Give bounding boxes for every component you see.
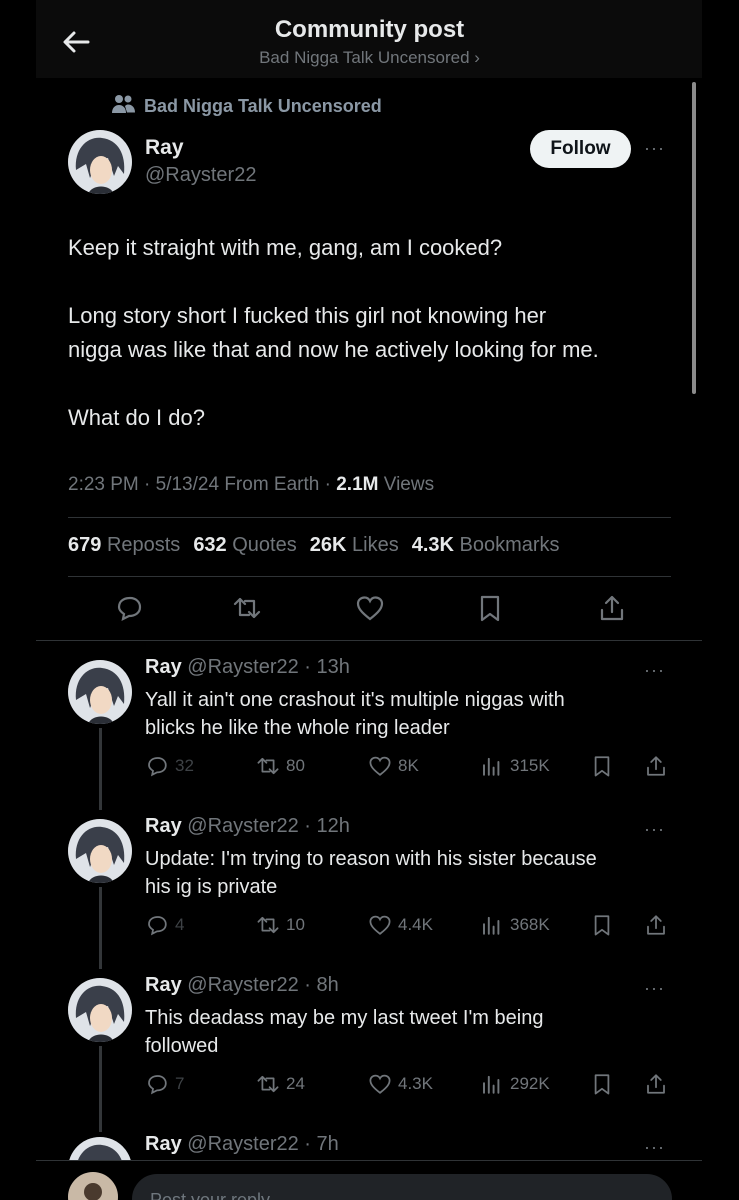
- more-options-icon[interactable]: ···: [644, 978, 665, 999]
- reposts-stat[interactable]: 679 Reposts: [68, 534, 180, 557]
- community-label[interactable]: Bad Nigga Talk Uncensored: [112, 94, 382, 119]
- more-options-icon[interactable]: ···: [644, 138, 665, 159]
- author-name[interactable]: Ray: [145, 815, 182, 837]
- post-meta: 2:23 PM · 5/13/24 From Earth · 2.1M View…: [68, 474, 434, 496]
- reply-count-button[interactable]: 7: [145, 1072, 184, 1096]
- views-label: Views: [378, 474, 435, 495]
- reply-icon: [148, 757, 167, 777]
- reply-text-line: followed: [145, 1035, 219, 1057]
- repost-count-button[interactable]: 24: [256, 1072, 305, 1096]
- thread-line: [99, 1046, 102, 1132]
- like-count-button[interactable]: 4.3K: [368, 1072, 433, 1096]
- like-count-button[interactable]: 8K: [368, 754, 419, 778]
- post-text-line: nigga was like that and now he actively …: [68, 337, 599, 362]
- share-icon[interactable]: [597, 593, 627, 623]
- reply-handle-time: @Rayster22 · 12h: [187, 815, 350, 837]
- reply-header: Ray @Rayster22 · 8h: [145, 974, 339, 997]
- thread-line: [99, 887, 102, 969]
- author-name[interactable]: Ray: [145, 974, 182, 996]
- community-name: Bad Nigga Talk Uncensored: [144, 96, 382, 116]
- community-link[interactable]: Bad Nigga Talk Uncensored ›: [0, 48, 739, 68]
- author-name[interactable]: Ray: [145, 1133, 182, 1155]
- share-icon[interactable]: [644, 754, 668, 778]
- views-count-button[interactable]: 315K: [480, 754, 550, 778]
- views-count: 2.1M: [336, 474, 379, 495]
- divider: [36, 640, 702, 641]
- post-text-line: Long story short I fucked this girl not …: [68, 303, 547, 328]
- views-count-button[interactable]: 368K: [480, 913, 550, 937]
- author-handle[interactable]: @Rayster22: [145, 164, 256, 187]
- avatar[interactable]: [68, 978, 132, 1042]
- reply-text-line: Yall it ain't one crashout it's multiple…: [145, 689, 565, 711]
- reply-text-line: Update: I'm trying to reason with his si…: [145, 848, 597, 870]
- divider: [68, 576, 671, 577]
- reply-header: Ray @Rayster22 · 12h: [145, 815, 350, 838]
- bookmark-icon[interactable]: [475, 593, 505, 623]
- post-text-line: Keep it straight with me, gang, am I coo…: [68, 235, 503, 260]
- reply-text-line: This deadass may be my last tweet I'm be…: [145, 1007, 544, 1029]
- like-count-button[interactable]: 4.4K: [368, 913, 433, 937]
- views-icon: [483, 757, 500, 776]
- page-title: Community post: [274, 16, 465, 43]
- author-name[interactable]: Ray: [145, 656, 182, 678]
- reply-icon: [148, 1075, 167, 1095]
- reply-header: Ray @Rayster22 · 7h: [145, 1133, 339, 1156]
- bookmark-icon[interactable]: [590, 913, 614, 937]
- reply-handle-time: @Rayster22 · 7h: [187, 1133, 339, 1155]
- views-icon: [483, 916, 500, 935]
- thread-line: [99, 728, 102, 810]
- reply-count-button[interactable]: 4: [145, 913, 184, 937]
- reply-input[interactable]: Post your reply: [132, 1174, 672, 1200]
- repost-count-button[interactable]: 10: [256, 913, 305, 937]
- reply-icon: [148, 916, 167, 936]
- bookmarks-stat[interactable]: 4.3K Bookmarks: [412, 534, 560, 557]
- reply-count-button[interactable]: 32: [145, 754, 194, 778]
- post-stats: 679 Reposts 632 Quotes 26K Likes 4.3K Bo…: [68, 534, 560, 557]
- divider: [68, 517, 671, 518]
- follow-button[interactable]: Follow: [530, 130, 631, 168]
- reply-text-line: his ig is private: [145, 876, 278, 898]
- avatar[interactable]: [68, 660, 132, 724]
- reply-handle-time: @Rayster22 · 13h: [187, 656, 350, 678]
- reply-header: Ray @Rayster22 · 13h: [145, 656, 350, 679]
- community-icon: [112, 94, 136, 119]
- repost-icon: [257, 1075, 279, 1093]
- repost-icon: [257, 916, 279, 934]
- repost-count-button[interactable]: 80: [256, 754, 305, 778]
- bookmark-icon[interactable]: [590, 1072, 614, 1096]
- more-options-icon[interactable]: ···: [644, 819, 665, 840]
- reply-icon[interactable]: [114, 593, 144, 623]
- avatar[interactable]: [68, 819, 132, 883]
- bookmark-icon[interactable]: [590, 754, 614, 778]
- share-icon[interactable]: [644, 1072, 668, 1096]
- likes-stat[interactable]: 26K Likes: [310, 534, 399, 557]
- post-text-line: What do I do?: [68, 405, 205, 430]
- like-icon: [369, 1074, 391, 1094]
- like-icon[interactable]: [355, 593, 385, 623]
- quotes-stat[interactable]: 632 Quotes: [193, 534, 296, 557]
- like-icon: [369, 756, 391, 776]
- author-name[interactable]: Ray: [145, 136, 184, 160]
- views-count-button[interactable]: 292K: [480, 1072, 550, 1096]
- repost-icon: [257, 757, 279, 775]
- views-icon: [483, 1075, 500, 1094]
- scrollbar[interactable]: [692, 82, 696, 394]
- share-icon[interactable]: [644, 913, 668, 937]
- repost-icon[interactable]: [232, 593, 262, 623]
- avatar[interactable]: [68, 130, 132, 194]
- more-options-icon[interactable]: ···: [644, 660, 665, 681]
- reply-text-line: blicks he like the whole ring leader: [145, 717, 450, 739]
- like-icon: [369, 915, 391, 935]
- more-options-icon[interactable]: ···: [644, 1137, 665, 1158]
- post-timestamp[interactable]: 2:23 PM · 5/13/24 From Earth ·: [68, 474, 336, 495]
- reply-handle-time: @Rayster22 · 8h: [187, 974, 339, 996]
